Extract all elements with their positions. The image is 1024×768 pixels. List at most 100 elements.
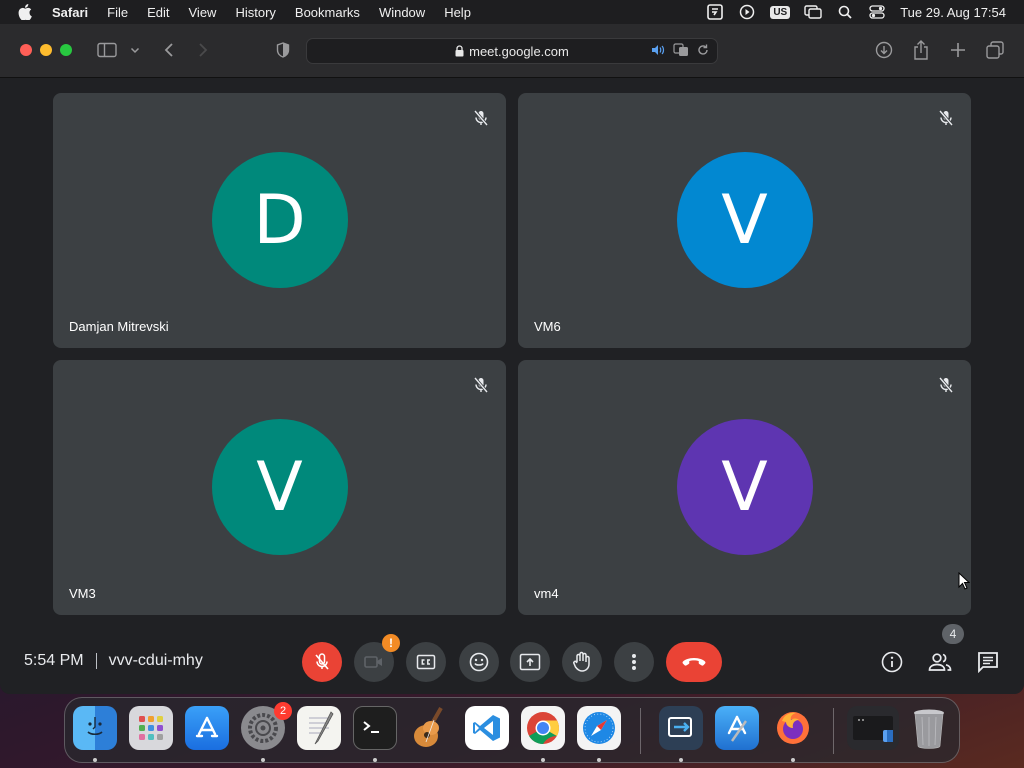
tab-overview-icon[interactable]	[984, 39, 1006, 61]
downloads-icon[interactable]	[873, 39, 895, 61]
trash-icon[interactable]	[907, 706, 951, 750]
reload-icon[interactable]	[697, 44, 709, 59]
participant-name: vm4	[534, 586, 559, 601]
meet-control-bar: 5:54 PM vvv-cdui-mhy ! 4	[0, 624, 1024, 694]
textedit-icon[interactable]	[297, 706, 341, 750]
running-indicator	[541, 758, 545, 762]
screen-share-status-icon[interactable]	[706, 4, 724, 20]
window-zoom-button[interactable]	[60, 44, 72, 56]
launchpad-icon[interactable]	[129, 706, 173, 750]
firefox-icon[interactable]	[771, 706, 815, 750]
finder-icon[interactable]	[73, 706, 117, 750]
privacy-shield-icon[interactable]	[272, 39, 294, 61]
participant-tile[interactable]: V vm4	[518, 360, 971, 615]
menu-bookmarks[interactable]: Bookmarks	[295, 5, 360, 20]
meeting-time: 5:54 PM	[24, 652, 84, 669]
app-store-icon[interactable]	[185, 706, 229, 750]
participant-tile[interactable]: V VM3	[53, 360, 506, 615]
remote-desktop-icon[interactable]	[659, 706, 703, 750]
menu-edit[interactable]: Edit	[147, 5, 169, 20]
hang-up-phone-icon	[682, 658, 706, 666]
mic-muted-icon	[937, 376, 955, 394]
participant-name: Damjan Mitrevski	[69, 319, 169, 334]
meeting-details-button[interactable]	[876, 646, 908, 678]
divider	[95, 653, 97, 669]
recent-window-thumbnail[interactable]	[847, 706, 899, 750]
menu-window[interactable]: Window	[379, 5, 425, 20]
menu-bar: Safari File Edit View History Bookmarks …	[0, 0, 1024, 24]
present-screen-icon	[519, 653, 541, 671]
menu-history[interactable]: History	[235, 5, 275, 20]
captions-button[interactable]	[406, 642, 446, 682]
forward-arrow-icon[interactable]	[192, 39, 214, 61]
mouse-cursor-icon	[958, 572, 970, 590]
lock-icon	[455, 45, 464, 57]
translate-icon[interactable]	[673, 43, 689, 60]
screen-mirroring-icon[interactable]	[804, 4, 822, 20]
apple-menu-icon[interactable]	[18, 4, 36, 20]
more-vertical-icon	[632, 654, 636, 670]
terminal-icon[interactable]	[353, 706, 397, 750]
settings-notification-badge: 2	[274, 702, 292, 720]
mic-off-icon	[315, 653, 329, 670]
keyboard-layout-indicator[interactable]: US	[770, 5, 791, 19]
sidebar-toggle-icon[interactable]	[96, 39, 118, 61]
meet-content: D Damjan Mitrevski V VM6 V VM3 V vm4 5:5…	[0, 79, 1024, 694]
dock-separator	[640, 708, 641, 754]
xcode-icon[interactable]	[715, 706, 759, 750]
raise-hand-icon	[573, 651, 590, 672]
chat-button[interactable]	[972, 646, 1004, 678]
play-circle-icon[interactable]	[738, 4, 756, 20]
running-indicator	[597, 758, 601, 762]
raise-hand-button[interactable]	[562, 642, 602, 682]
people-button[interactable]	[924, 646, 956, 678]
control-center-icon[interactable]	[868, 4, 886, 20]
safari-icon[interactable]	[577, 706, 621, 750]
vscode-icon[interactable]	[465, 706, 509, 750]
back-arrow-icon[interactable]	[158, 39, 180, 61]
present-screen-button[interactable]	[510, 642, 550, 682]
meeting-code: vvv-cdui-mhy	[108, 652, 203, 669]
menu-file[interactable]: File	[107, 5, 128, 20]
people-icon	[928, 653, 952, 671]
chrome-icon[interactable]	[521, 706, 565, 750]
menubar-clock[interactable]: Tue 29. Aug 17:54	[900, 5, 1006, 20]
macos-dock: 2	[64, 697, 960, 763]
participant-avatar: D	[211, 152, 348, 288]
menu-app-safari[interactable]: Safari	[52, 5, 88, 20]
microphone-toggle-button[interactable]	[302, 642, 342, 682]
menu-help[interactable]: Help	[444, 5, 471, 20]
address-bar[interactable]: meet.google.com	[306, 38, 718, 64]
participant-tile[interactable]: V VM6	[518, 93, 971, 348]
participant-tile[interactable]: D Damjan Mitrevski	[53, 93, 506, 348]
window-minimize-button[interactable]	[40, 44, 52, 56]
video-camera-icon	[364, 656, 382, 668]
emoji-smile-icon	[469, 652, 489, 672]
new-tab-plus-icon[interactable]	[947, 39, 969, 61]
leave-call-button[interactable]	[666, 642, 722, 682]
running-indicator	[261, 758, 265, 762]
mic-muted-icon	[472, 376, 490, 394]
chevron-down-icon[interactable]	[124, 39, 146, 61]
more-options-button[interactable]	[614, 642, 654, 682]
audio-playing-icon[interactable]	[651, 44, 665, 59]
participant-avatar: V	[676, 419, 813, 555]
info-icon	[881, 651, 903, 673]
url-text: meet.google.com	[469, 43, 569, 59]
participant-name: VM3	[69, 586, 96, 601]
reactions-button[interactable]	[459, 642, 499, 682]
participant-avatar: V	[676, 152, 813, 288]
menu-view[interactable]: View	[189, 5, 217, 20]
window-close-button[interactable]	[20, 44, 32, 56]
participant-name: VM6	[534, 319, 561, 334]
browser-toolbar: meet.google.com	[0, 24, 1024, 78]
running-indicator	[791, 758, 795, 762]
meeting-details: 5:54 PM vvv-cdui-mhy	[24, 652, 203, 670]
mic-muted-icon	[937, 109, 955, 127]
camera-warning-badge: !	[382, 634, 400, 652]
camera-toggle-button[interactable]: !	[354, 634, 400, 682]
spotlight-search-icon[interactable]	[836, 4, 854, 20]
share-icon[interactable]	[910, 39, 932, 61]
garageband-icon[interactable]	[409, 706, 453, 750]
mic-muted-icon	[472, 109, 490, 127]
